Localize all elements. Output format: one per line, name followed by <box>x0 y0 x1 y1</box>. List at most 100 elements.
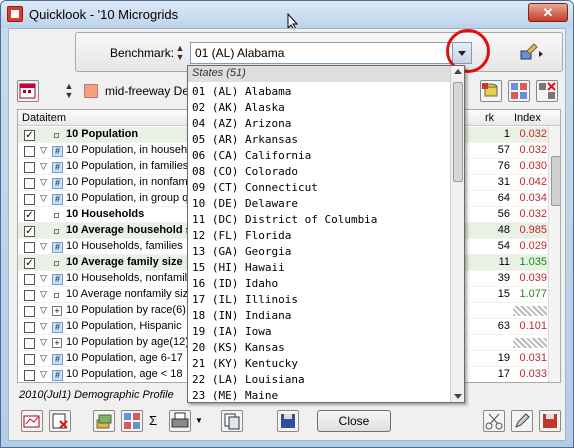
state-option[interactable]: 19 (IA) Iowa <box>192 324 448 340</box>
scroll-down-icon[interactable] <box>454 394 462 399</box>
numeric-type-icon: # <box>52 370 63 381</box>
filter-triangle-icon[interactable]: ▽ <box>40 354 50 364</box>
row-mark: 76 <box>497 160 510 172</box>
state-option[interactable]: 21 (KY) Kentucky <box>192 356 448 372</box>
database-add-icon[interactable] <box>480 80 502 102</box>
chart-view-icon[interactable] <box>21 410 43 432</box>
window-close-button[interactable]: ✕ <box>528 3 568 22</box>
filter-triangle-icon[interactable]: ▽ <box>40 274 50 284</box>
filter-triangle-icon[interactable]: ▽ <box>40 370 50 380</box>
value-type-icon <box>54 213 59 218</box>
state-option[interactable]: 09 (CT) Connecticut <box>192 180 448 196</box>
row-mark: 48 <box>497 224 510 236</box>
pencil-tool-icon[interactable] <box>519 43 545 63</box>
expand-icon[interactable]: + <box>52 338 62 348</box>
row-checkbox[interactable] <box>24 146 35 157</box>
row-checkbox[interactable] <box>24 162 35 173</box>
state-option[interactable]: 06 (CA) California <box>192 148 448 164</box>
benchmark-spinner[interactable]: ▲ ▼ <box>175 44 185 64</box>
benchmark-combobox[interactable]: 01 (AL) Alabama <box>190 42 472 64</box>
state-option[interactable]: 18 (IN) Indiana <box>192 308 448 324</box>
trade-area-spinner[interactable]: ▲ ▼ <box>64 82 74 102</box>
spin-down-icon[interactable]: ▼ <box>176 52 185 62</box>
filter-triangle-icon[interactable]: ▽ <box>40 162 50 172</box>
row-checkbox[interactable] <box>24 338 35 349</box>
print-icon[interactable] <box>169 410 191 432</box>
col-dataitem-header[interactable]: Dataitem <box>22 112 66 124</box>
layers-add-icon[interactable] <box>93 410 115 432</box>
row-mark: 31 <box>497 176 510 188</box>
filter-triangle-icon[interactable]: ▽ <box>40 178 50 188</box>
state-option[interactable]: 15 (HI) Hawaii <box>192 260 448 276</box>
state-option[interactable]: 08 (CO) Colorado <box>192 164 448 180</box>
filter-triangle-icon[interactable]: ▽ <box>40 338 50 348</box>
row-checkbox[interactable] <box>24 354 35 365</box>
states-dropdown-list[interactable]: States (51) 01 (AL) Alabama 02 (AK) Alask… <box>187 65 465 403</box>
row-checkbox[interactable] <box>24 322 35 333</box>
row-index: 0.033 <box>519 368 547 380</box>
filter-triangle-icon[interactable]: ▽ <box>40 194 50 204</box>
table-scroll-thumb[interactable] <box>551 156 560 206</box>
numeric-type-icon: # <box>52 194 63 205</box>
dropdown-scroll-thumb[interactable] <box>453 82 463 182</box>
table-scrollbar[interactable] <box>548 126 560 382</box>
filter-triangle-icon[interactable]: ▽ <box>40 322 50 332</box>
row-checkbox[interactable]: ✓ <box>24 258 35 269</box>
row-label: 10 Population <box>66 128 139 140</box>
filter-triangle-icon[interactable]: ▽ <box>40 146 50 156</box>
row-index: 0.042 <box>519 176 547 188</box>
row-checkbox[interactable]: ✓ <box>24 130 35 141</box>
row-checkbox[interactable] <box>24 274 35 285</box>
close-button[interactable]: Close <box>317 410 391 432</box>
state-option[interactable]: 16 (ID) Idaho <box>192 276 448 292</box>
row-checkbox[interactable] <box>24 290 35 301</box>
delete-sheet-icon[interactable] <box>49 410 71 432</box>
row-index: 0.030 <box>519 160 547 172</box>
calendar-icon[interactable] <box>17 80 39 102</box>
state-option[interactable]: 13 (GA) Georgia <box>192 244 448 260</box>
scissors-icon[interactable] <box>483 410 505 432</box>
row-checkbox[interactable] <box>24 194 35 205</box>
scroll-up-icon[interactable] <box>454 69 462 74</box>
window-title: Quicklook - '10 Microgrids <box>29 7 179 22</box>
value-type-icon <box>54 293 59 298</box>
expand-icon[interactable]: + <box>52 306 62 316</box>
state-option[interactable]: 12 (FL) Florida <box>192 228 448 244</box>
row-checkbox[interactable] <box>24 306 35 317</box>
filter-triangle-icon[interactable]: ▽ <box>40 306 50 316</box>
state-option[interactable]: 23 (ME) Maine <box>192 388 448 402</box>
row-mark: 15 <box>497 288 510 300</box>
col-index-header[interactable]: Index <box>514 112 541 124</box>
state-option[interactable]: 17 (IL) Illinois <box>192 292 448 308</box>
save-icon[interactable] <box>277 410 299 432</box>
state-option[interactable]: 20 (KS) Kansas <box>192 340 448 356</box>
row-checkbox[interactable] <box>24 178 35 189</box>
filter-triangle-icon[interactable]: ▽ <box>40 242 50 252</box>
row-checkbox[interactable]: ✓ <box>24 210 35 221</box>
grid-remove-icon[interactable] <box>536 80 558 102</box>
state-option[interactable]: 22 (LA) Louisiana <box>192 372 448 388</box>
save-as-icon[interactable] <box>539 410 561 432</box>
row-checkbox[interactable] <box>24 370 35 381</box>
row-checkbox[interactable] <box>24 242 35 253</box>
edit-icon[interactable] <box>511 410 533 432</box>
row-index: 0.032 <box>519 144 547 156</box>
spin-down-icon[interactable]: ▼ <box>65 90 74 100</box>
state-option[interactable]: 02 (AK) Alaska <box>192 100 448 116</box>
grid-settings-icon[interactable] <box>508 80 530 102</box>
filter-triangle-icon[interactable]: ▽ <box>40 290 50 300</box>
sum-button[interactable]: Σ <box>149 413 157 428</box>
row-checkbox[interactable]: ✓ <box>24 226 35 237</box>
state-option[interactable]: 05 (AR) Arkansas <box>192 132 448 148</box>
state-option[interactable]: 04 (AZ) Arizona <box>192 116 448 132</box>
grid-options-icon[interactable] <box>121 410 143 432</box>
row-mark: 57 <box>497 144 510 156</box>
state-option[interactable]: 10 (DE) Delaware <box>192 196 448 212</box>
state-option[interactable]: 11 (DC) District of Columbia <box>192 212 448 228</box>
copy-icon[interactable] <box>221 410 243 432</box>
col-mark-header[interactable]: rk <box>485 112 494 124</box>
state-option[interactable]: 01 (AL) Alabama <box>192 84 448 100</box>
dropdown-scrollbar[interactable] <box>450 66 464 402</box>
print-dropdown-icon[interactable]: ▼ <box>195 416 203 425</box>
row-index: 0.029 <box>519 240 547 252</box>
